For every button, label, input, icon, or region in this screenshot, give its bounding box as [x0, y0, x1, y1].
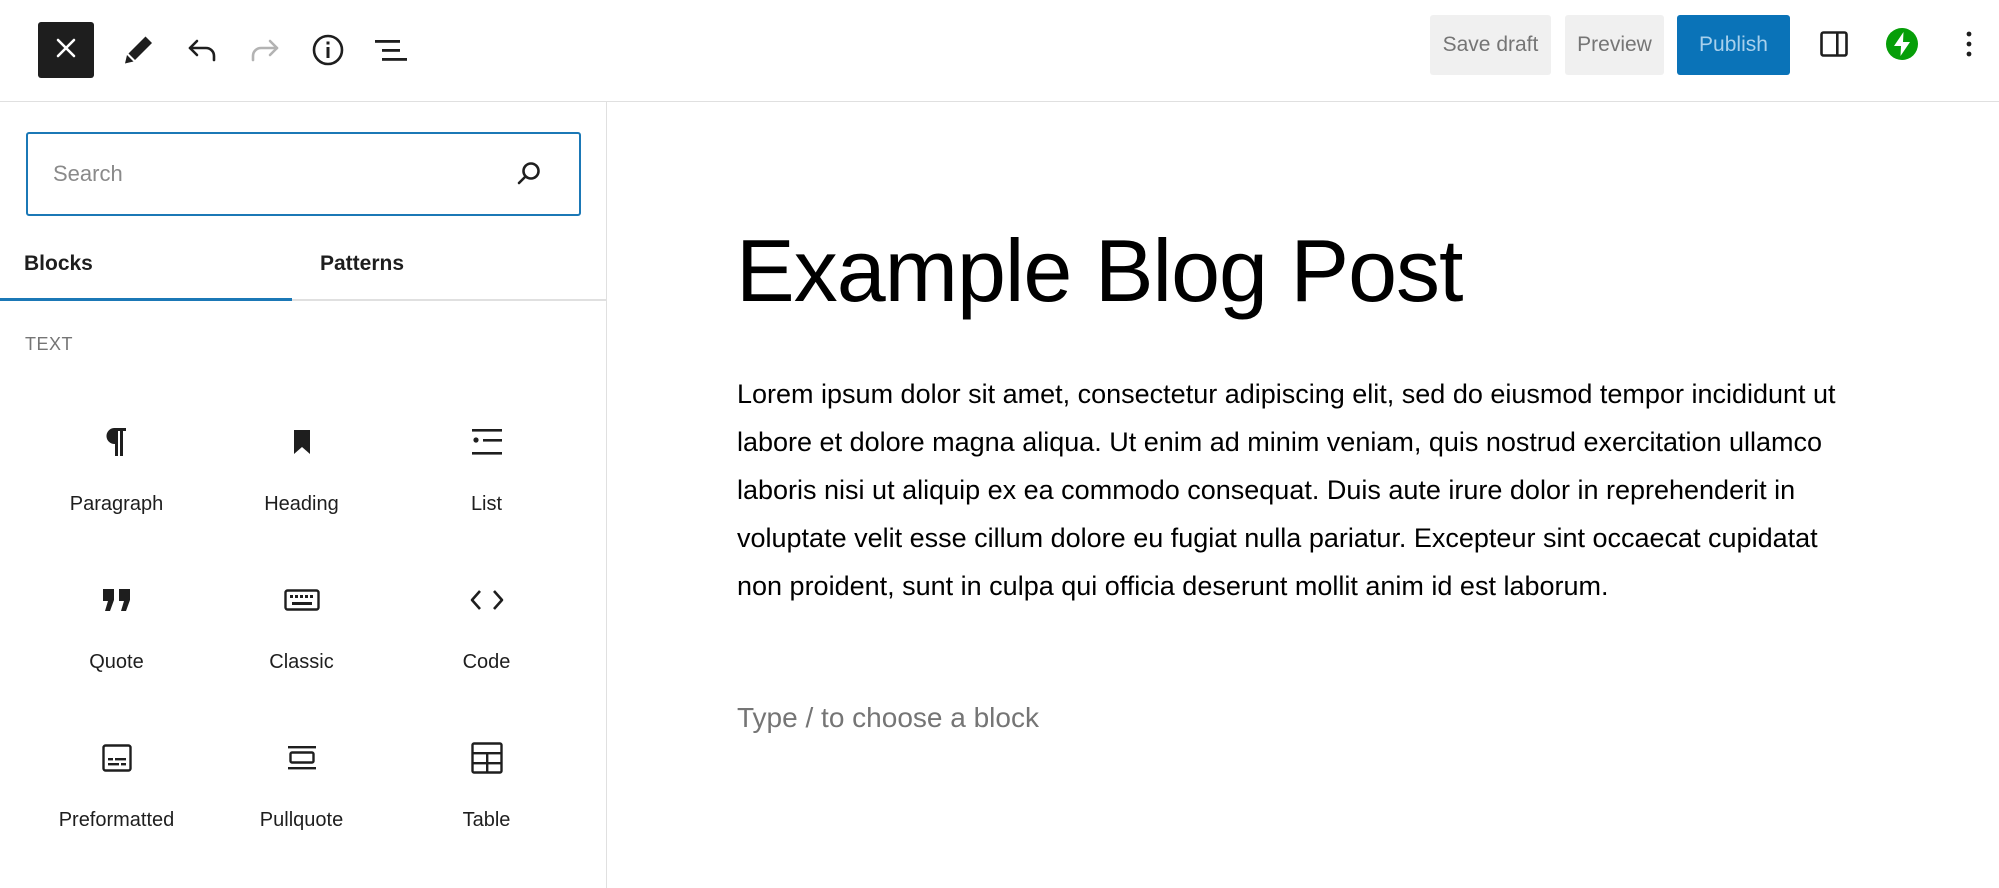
code-icon — [394, 580, 579, 620]
search-box — [26, 132, 581, 216]
editor-canvas: Example Blog Post Lorem ipsum dolor sit … — [608, 102, 1999, 888]
jetpack-button[interactable] — [1882, 24, 1922, 68]
search-input[interactable] — [28, 134, 498, 213]
edit-tool-button[interactable] — [113, 24, 165, 76]
paragraph-block[interactable]: Lorem ipsum dolor sit amet, consectetur … — [737, 370, 1857, 610]
block-list[interactable]: List — [394, 402, 579, 552]
block-label: Preformatted — [58, 809, 175, 831]
post-title[interactable]: Example Blog Post — [736, 220, 1463, 322]
redo-button[interactable] — [239, 24, 291, 76]
block-label: Heading — [264, 493, 339, 515]
block-quote[interactable]: Quote — [24, 560, 209, 710]
options-button[interactable] — [1952, 24, 1986, 68]
undo-icon — [184, 32, 220, 68]
list-icon — [394, 422, 579, 462]
list-view-icon — [372, 32, 410, 68]
block-classic[interactable]: Classic — [209, 560, 394, 710]
tab-patterns[interactable]: Patterns — [320, 226, 588, 301]
block-label: List — [470, 493, 503, 515]
paragraph-icon — [24, 422, 209, 462]
block-table[interactable]: Table — [394, 718, 579, 868]
block-label: Table — [462, 809, 511, 831]
block-pullquote[interactable]: Pullquote — [209, 718, 394, 868]
save-draft-button[interactable]: Save draft — [1430, 15, 1551, 75]
quote-icon — [24, 580, 209, 620]
block-inserter-panel: Blocks Patterns TEXT Paragraph Heading — [0, 102, 607, 888]
block-paragraph[interactable]: Paragraph — [24, 402, 209, 552]
pullquote-icon — [209, 738, 394, 778]
pencil-icon — [121, 32, 157, 68]
block-label: Classic — [269, 651, 334, 673]
tab-blocks[interactable]: Blocks — [24, 226, 292, 301]
details-button[interactable] — [302, 24, 354, 76]
block-label: Paragraph — [69, 493, 164, 515]
info-icon — [310, 32, 346, 68]
preformatted-icon — [24, 738, 209, 778]
block-label: Code — [462, 651, 511, 673]
keyboard-icon — [209, 580, 394, 620]
block-label: Pullquote — [259, 809, 344, 831]
table-icon — [394, 738, 579, 778]
undo-button[interactable] — [176, 24, 228, 76]
editor-toolbar: Save draft Preview Publish — [0, 0, 1999, 102]
redo-icon — [247, 32, 283, 68]
close-button[interactable] — [38, 22, 94, 78]
more-vertical-icon — [1964, 29, 1974, 64]
heading-bookmark-icon — [209, 422, 394, 462]
search-icon[interactable] — [511, 156, 547, 192]
active-tab-indicator — [0, 298, 292, 301]
close-icon — [55, 37, 77, 64]
preview-button[interactable]: Preview — [1565, 15, 1664, 75]
block-code[interactable]: Code — [394, 560, 579, 710]
block-category-title: TEXT — [25, 334, 74, 354]
jetpack-bolt-icon — [1885, 27, 1919, 66]
default-block-appender[interactable]: Type / to choose a block — [737, 702, 1039, 734]
block-label: Quote — [89, 651, 144, 673]
sidebar-toggle-icon — [1819, 29, 1849, 64]
block-heading[interactable]: Heading — [209, 402, 394, 552]
settings-toggle-button[interactable] — [1816, 24, 1852, 68]
publish-button[interactable]: Publish — [1677, 15, 1790, 75]
list-view-button[interactable] — [365, 24, 417, 76]
inserter-tabs: Blocks Patterns — [0, 226, 606, 301]
block-preformatted[interactable]: Preformatted — [24, 718, 209, 868]
